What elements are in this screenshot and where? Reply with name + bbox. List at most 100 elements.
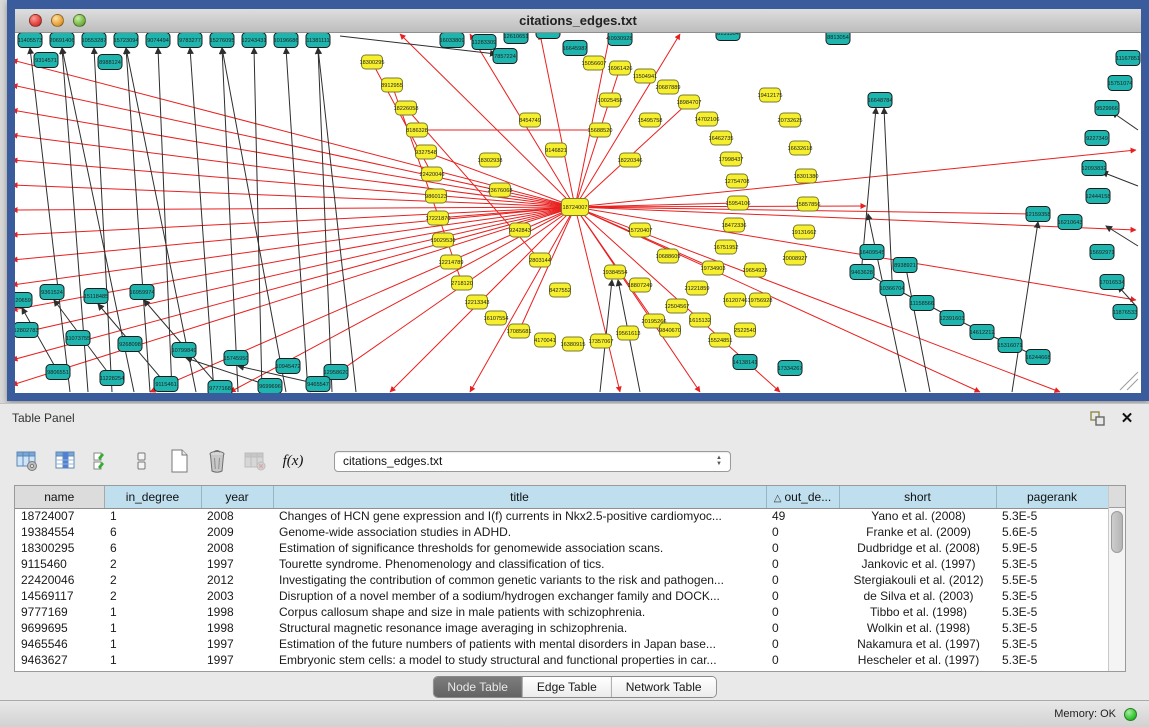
citation-edge-red[interactable]: [15, 207, 575, 285]
delete-column-icon[interactable]: [204, 448, 230, 474]
yellow-node[interactable]: 19029536: [431, 233, 456, 247]
teal-node[interactable]: 7857224: [493, 49, 517, 64]
yellow-node[interactable]: 9242843: [509, 223, 531, 237]
teal-node[interactable]: 12802783: [15, 323, 38, 338]
yellow-node[interactable]: 18301380: [794, 169, 819, 183]
citation-edge-black[interactable]: [254, 48, 262, 392]
teal-node[interactable]: 11158566: [910, 296, 934, 311]
network-svg[interactable]: 11405573 20691406 10553287 15723094 9074494 9…: [15, 33, 1141, 393]
yellow-node[interactable]: 9327548: [415, 145, 437, 159]
teal-node[interactable]: 11381111: [306, 33, 330, 48]
yellow-node[interactable]: 1615132: [689, 313, 711, 327]
citation-edge-black[interactable]: [190, 48, 214, 392]
teal-node[interactable]: 10553287: [82, 33, 107, 48]
table-row[interactable]: 946554611997Estimation of the future num…: [15, 636, 1108, 652]
teal-node[interactable]: 15745950: [224, 351, 249, 366]
teal-node[interactable]: 12159358: [1026, 207, 1051, 222]
teal-node[interactable]: 9361524: [40, 285, 64, 300]
teal-node[interactable]: 9074494: [146, 33, 170, 48]
teal-node[interactable]: 17334267: [778, 361, 803, 376]
citation-edge-red[interactable]: [575, 207, 620, 392]
yellow-node[interactable]: 19384554: [603, 265, 628, 279]
yellow-node[interactable]: 16632618: [788, 141, 813, 155]
column-header-pagerank[interactable]: pagerank: [996, 486, 1108, 508]
citation-edge-red[interactable]: [575, 207, 1136, 230]
tab-node-table[interactable]: Node Table: [433, 677, 522, 697]
table-row[interactable]: 969969511998Structural magnetic resonanc…: [15, 620, 1108, 636]
yellow-node[interactable]: 9146821: [545, 143, 567, 157]
yellow-node[interactable]: 15954106: [726, 196, 751, 210]
teal-node[interactable]: 9115461: [154, 377, 178, 392]
yellow-node[interactable]: 8912955: [381, 78, 403, 92]
yellow-node[interactable]: 14702106: [695, 112, 720, 126]
citation-edge-black[interactable]: [222, 48, 238, 392]
yellow-node[interactable]: 15720407: [628, 223, 653, 237]
yellow-node[interactable]: 16751952: [714, 240, 739, 254]
yellow-node[interactable]: 4170041: [534, 333, 556, 347]
teal-node[interactable]: 11405573: [18, 33, 42, 48]
citation-edge-black[interactable]: [868, 214, 906, 392]
row-height-icon[interactable]: [128, 448, 154, 474]
teal-node[interactable]: 14612212: [970, 325, 995, 340]
teal-node[interactable]: 9777168: [208, 381, 232, 394]
teal-node[interactable]: 15316071: [998, 338, 1023, 353]
column-header-in_degree[interactable]: in_degree: [104, 486, 201, 508]
teal-node[interactable]: 16210643: [1058, 215, 1083, 230]
teal-node[interactable]: 10930928: [608, 33, 633, 46]
yellow-node[interactable]: 12504567: [665, 299, 690, 313]
teal-node[interactable]: 16409545: [860, 245, 885, 260]
teal-node[interactable]: 8131304: [716, 33, 740, 41]
column-header-year[interactable]: year: [201, 486, 273, 508]
yellow-node[interactable]: 20008927: [783, 251, 808, 265]
table-row[interactable]: 977716911998Corpus callosum shape and si…: [15, 604, 1108, 620]
yellow-node[interactable]: 16120746: [723, 293, 748, 307]
yellow-node[interactable]: 22420046: [420, 167, 445, 181]
yellow-node[interactable]: 20687889: [656, 80, 681, 94]
network-view[interactable]: 11405573 20691406 10553287 15723094 9074494 9…: [15, 33, 1141, 393]
table-row[interactable]: 1830029562008Estimation of significance …: [15, 540, 1108, 556]
teal-node[interactable]: 11283309: [472, 35, 496, 50]
new-column-icon[interactable]: [166, 448, 192, 474]
yellow-node[interactable]: 18300295: [360, 55, 385, 69]
teal-node[interactable]: 14138141: [733, 355, 758, 370]
column-header-short[interactable]: short: [839, 486, 996, 508]
yellow-node[interactable]: 19756928: [748, 293, 773, 307]
teal-node[interactable]: 15276095: [210, 33, 235, 48]
yellow-node[interactable]: 15524851: [708, 333, 733, 347]
teal-node[interactable]: 9314571: [34, 53, 58, 68]
table-row[interactable]: 1456911722003Disruption of a novel membe…: [15, 588, 1108, 604]
yellow-node[interactable]: 12754708: [725, 174, 750, 188]
float-window-icon[interactable]: [1089, 410, 1105, 426]
yellow-node[interactable]: 16107554: [484, 311, 509, 325]
citation-edge-black[interactable]: [904, 258, 930, 392]
yellow-node[interactable]: 10688609: [656, 249, 681, 263]
yellow-node[interactable]: 23676068: [488, 183, 513, 197]
teal-node[interactable]: 16959974: [130, 285, 155, 300]
citation-edge-black[interactable]: [222, 48, 286, 392]
teal-node[interactable]: 16648784: [868, 93, 893, 108]
table-row[interactable]: 1938455462009Genome-wide association stu…: [15, 524, 1108, 540]
yellow-node[interactable]: 16961426: [608, 61, 633, 75]
yellow-node[interactable]: 2803144: [529, 253, 551, 267]
table-row[interactable]: 911546021997Tourette syndrome. Phenomeno…: [15, 556, 1108, 572]
yellow-node[interactable]: 19654923: [743, 263, 768, 277]
teal-node[interactable]: 17016534: [1100, 275, 1125, 290]
yellow-node[interactable]: 15857856: [796, 197, 821, 211]
yellow-node[interactable]: 8427552: [549, 283, 571, 297]
teal-node[interactable]: 20691406: [50, 33, 75, 48]
teal-node[interactable]: 15723094: [114, 33, 139, 48]
yellow-node[interactable]: 15056607: [582, 56, 607, 70]
yellow-node[interactable]: 16380915: [561, 337, 586, 351]
yellow-node[interactable]: 19412175: [758, 88, 783, 102]
teal-node[interactable]: 9227349: [1085, 131, 1109, 146]
teal-node[interactable]: 16645987: [563, 41, 588, 56]
yellow-node[interactable]: 12213343: [465, 295, 490, 309]
teal-node[interactable]: 8813054: [826, 33, 850, 45]
table-row[interactable]: 1872400712008Changes of HCN gene express…: [15, 508, 1108, 524]
yellow-node[interactable]: 2718120: [451, 276, 473, 290]
yellow-node[interactable]: 15495758: [638, 113, 663, 127]
teal-node[interactable]: 11228254: [100, 371, 124, 386]
teal-node[interactable]: 9463628: [850, 265, 874, 280]
yellow-node[interactable]: 15688520: [588, 123, 613, 137]
citation-edge-black[interactable]: [1102, 172, 1138, 186]
